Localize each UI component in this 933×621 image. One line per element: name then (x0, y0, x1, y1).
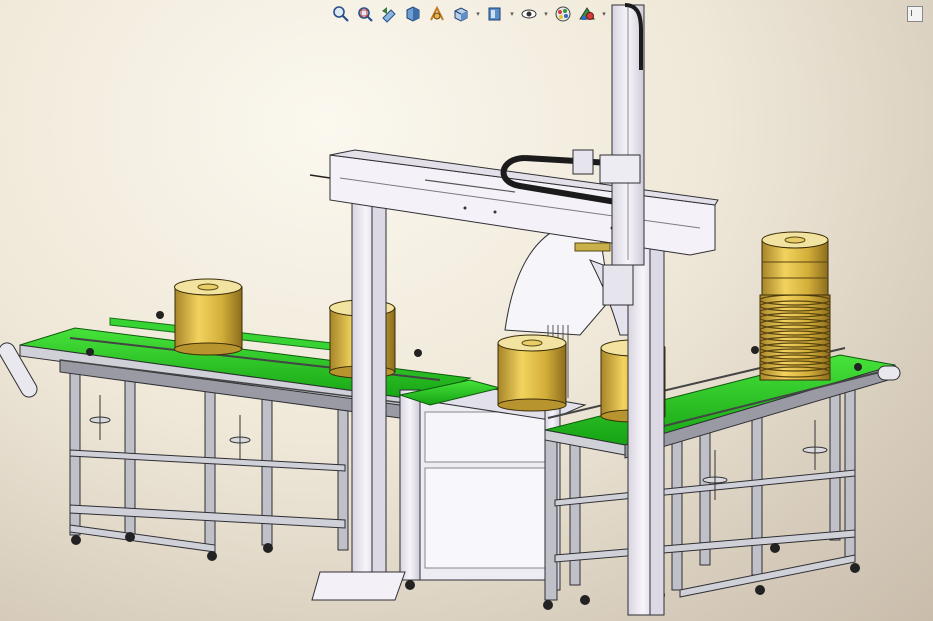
right-conveyor[interactable] (544, 346, 901, 601)
view-orientation-icon[interactable] (450, 3, 472, 25)
zoom-to-area-icon[interactable] (354, 3, 376, 25)
graphics-area[interactable]: ▾ ▾ ▾ ▾ (0, 0, 933, 621)
edit-appearance-icon[interactable] (552, 3, 574, 25)
heads-up-view-toolbar: ▾ ▾ ▾ ▾ (330, 2, 608, 26)
apply-scene-dropdown[interactable]: ▾ (600, 3, 608, 25)
previous-view-icon[interactable] (378, 3, 400, 25)
apply-scene-icon[interactable] (576, 3, 598, 25)
display-style-icon[interactable] (484, 3, 506, 25)
display-style-dropdown[interactable]: ▾ (508, 3, 516, 25)
can-stack[interactable] (759, 231, 831, 381)
can-1[interactable] (174, 278, 243, 356)
cad-model-view[interactable] (0, 0, 933, 621)
hide-show-items-icon[interactable] (518, 3, 540, 25)
hide-show-items-dropdown[interactable]: ▾ (542, 3, 550, 25)
can-3[interactable] (497, 334, 567, 412)
zoom-to-fit-icon[interactable] (330, 3, 352, 25)
view-orientation-dropdown[interactable]: ▾ (474, 3, 482, 25)
task-pane-toggle-icon[interactable] (907, 6, 923, 22)
dynamic-annotation-icon[interactable] (426, 3, 448, 25)
section-view-icon[interactable] (402, 3, 424, 25)
